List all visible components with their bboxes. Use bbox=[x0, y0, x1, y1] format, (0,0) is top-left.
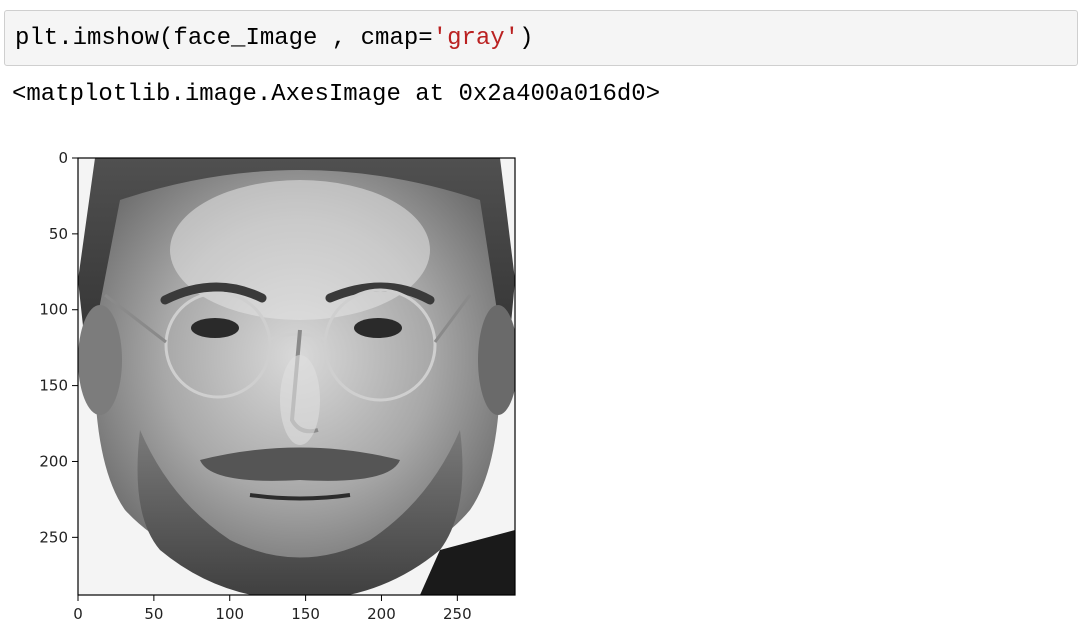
x-tick-label: 200 bbox=[367, 605, 396, 623]
code-call: plt.imshow(face_Image , cmap= bbox=[15, 25, 433, 52]
y-tick-label: 100 bbox=[39, 301, 68, 319]
cell-output-text: <matplotlib.image.AxesImage at 0x2a400a0… bbox=[12, 81, 661, 108]
code-string-literal: 'gray' bbox=[432, 25, 520, 52]
image-raster bbox=[78, 158, 515, 595]
x-axis: 0 50 100 150 200 250 bbox=[73, 595, 472, 623]
imshow-plot: 0 50 100 150 200 250 0 50 100 150 200 250 bbox=[39, 149, 516, 623]
y-tick-label: 200 bbox=[39, 452, 68, 470]
y-tick-label: 250 bbox=[39, 528, 68, 546]
x-tick-label: 0 bbox=[73, 605, 83, 623]
x-tick-label: 150 bbox=[291, 605, 320, 623]
code-line[interactable]: plt.imshow(face_Image , cmap='gray') bbox=[15, 24, 534, 54]
x-tick-label: 250 bbox=[443, 605, 472, 623]
y-tick-label: 50 bbox=[49, 225, 68, 243]
y-tick-label: 150 bbox=[39, 377, 68, 395]
x-tick-label: 100 bbox=[215, 605, 244, 623]
x-tick-label: 50 bbox=[144, 605, 163, 623]
y-axis: 0 50 100 150 200 250 bbox=[39, 149, 78, 546]
code-cell[interactable]: plt.imshow(face_Image , cmap='gray') bbox=[4, 10, 1078, 66]
code-closing-paren: ) bbox=[519, 25, 534, 52]
y-tick-label: 0 bbox=[58, 149, 68, 167]
